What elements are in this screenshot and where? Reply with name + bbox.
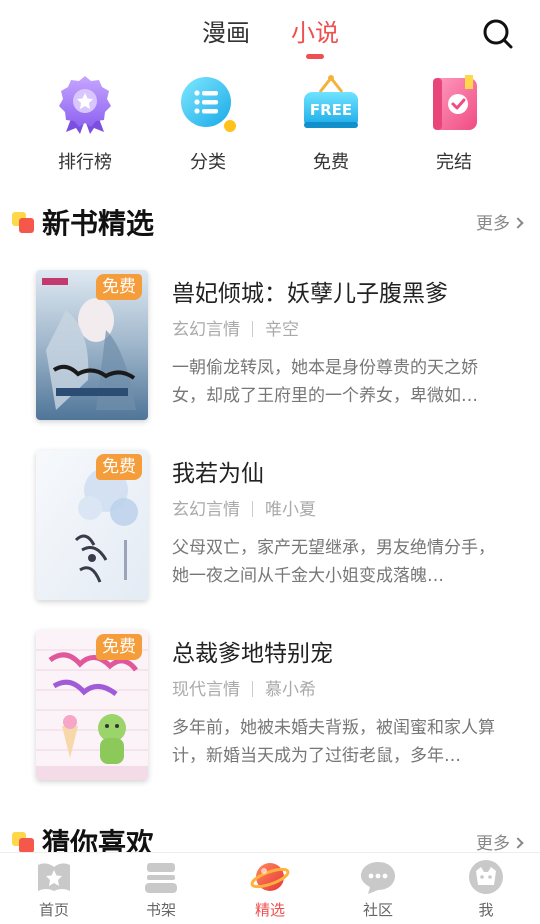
free-icon-text: FREE <box>310 101 352 119</box>
book-author: 唯小夏 <box>265 500 316 520</box>
book-author: 慕小希 <box>265 680 316 700</box>
quick-entry-label: 免费 <box>313 152 349 173</box>
book-genre: 玄幻言情 <box>172 500 240 520</box>
free-badge: 免费 <box>96 454 142 480</box>
nav-home[interactable]: 首页 <box>14 857 94 920</box>
tab-comic[interactable]: 漫画 <box>202 16 250 50</box>
quick-entry-category[interactable]: 分类 <box>158 72 258 174</box>
quick-entry-free[interactable]: FREE 免费 <box>281 72 381 174</box>
book-item[interactable]: 免费 我若为仙 玄幻言情 唯小夏 父母双亡，家产无望继承，男友绝情分手，她一夜之间… <box>0 450 540 602</box>
book-meta: 玄幻言情 辛空 <box>172 318 299 342</box>
nav-label: 精选 <box>254 901 285 919</box>
chevron-right-icon <box>512 837 524 849</box>
section-title: 新书精选 <box>42 207 155 240</box>
meta-divider <box>252 321 253 337</box>
search-icon[interactable] <box>482 18 514 50</box>
nav-featured[interactable]: 精选 <box>230 857 310 920</box>
quick-entry-ranking[interactable]: 排行榜 <box>35 72 135 174</box>
nav-label: 书架 <box>145 901 176 919</box>
book-item[interactable]: 免费 总裁爹地特别宠 现代言情 慕小希 多年前，她被未婚夫背叛，被闺蜜和家人算计，… <box>0 630 540 782</box>
quick-entries: 排行榜 分类 FREE 免费 完结 <box>0 72 540 176</box>
active-tab-indicator <box>306 54 324 59</box>
category-list-icon <box>181 77 236 132</box>
chevron-right-icon <box>512 217 524 229</box>
home-icon <box>38 863 70 891</box>
book-cover[interactable]: 免费 <box>36 630 148 780</box>
planet-icon <box>250 863 290 891</box>
quick-entry-label: 完结 <box>436 152 472 173</box>
book-title[interactable]: 总裁爹地特别宠 <box>172 638 333 670</box>
free-badge: 免费 <box>96 634 142 660</box>
section-mark-icon <box>12 212 34 233</box>
nav-profile[interactable]: 我 <box>446 857 526 920</box>
quick-entry-label: 排行榜 <box>58 152 112 173</box>
section-mark-icon <box>12 832 34 853</box>
more-label: 更多 <box>476 214 510 234</box>
quick-entry-label: 分类 <box>190 152 226 173</box>
free-tag-icon: FREE <box>304 75 358 128</box>
meta-divider <box>252 681 253 697</box>
book-meta: 现代言情 慕小希 <box>172 678 316 702</box>
nav-label: 社区 <box>362 901 393 919</box>
tab-novel[interactable]: 小说 <box>291 16 339 50</box>
free-badge: 免费 <box>96 274 142 300</box>
chat-bubble-icon <box>361 862 395 894</box>
book-genre: 玄幻言情 <box>172 320 240 340</box>
bookshelf-icon <box>145 863 177 893</box>
bottom-nav: 首页 书架 精选 社区 我 <box>0 852 540 924</box>
nav-label: 首页 <box>38 901 69 919</box>
book-cover[interactable]: 免费 <box>36 270 148 420</box>
book-title[interactable]: 兽妃倾城：妖孽儿子腹黑爹 <box>172 278 448 310</box>
book-description: 一朝偷龙转凤，她本是身份尊贵的天之娇女，却成了王府里的一个养女，卑微如… <box>172 358 478 406</box>
book-author: 辛空 <box>265 320 299 340</box>
nav-bookshelf[interactable]: 书架 <box>121 857 201 920</box>
more-label: 更多 <box>476 834 510 854</box>
top-bar: 漫画 小说 <box>0 0 540 70</box>
book-meta: 玄幻言情 唯小夏 <box>172 498 316 522</box>
more-link[interactable]: 更多 <box>476 212 524 236</box>
meta-divider <box>252 501 253 517</box>
ranking-medal-icon <box>59 76 111 134</box>
book-cover[interactable]: 免费 <box>36 450 148 600</box>
profile-icon <box>469 860 503 894</box>
book-title[interactable]: 我若为仙 <box>172 458 264 490</box>
nav-label: 我 <box>478 901 494 919</box>
book-description: 多年前，她被未婚夫背叛，被闺蜜和家人算计，新婚当天成为了过街老鼠，多年… <box>172 718 495 766</box>
book-item[interactable]: 免费 兽妃倾城：妖孽儿子腹黑爹 玄幻言情 辛空 一朝偷龙转凤，她本是身份尊贵的天之… <box>0 270 540 422</box>
book-description: 父母双亡，家产无望继承，男友绝情分手，她一夜之间从千金大小姐变成落魄… <box>172 538 495 586</box>
book-genre: 现代言情 <box>172 680 240 700</box>
nav-community[interactable]: 社区 <box>338 857 418 920</box>
section-header-new-books: 新书精选 更多 <box>0 204 540 244</box>
finished-book-icon <box>433 75 477 130</box>
quick-entry-finished[interactable]: 完结 <box>404 72 504 174</box>
